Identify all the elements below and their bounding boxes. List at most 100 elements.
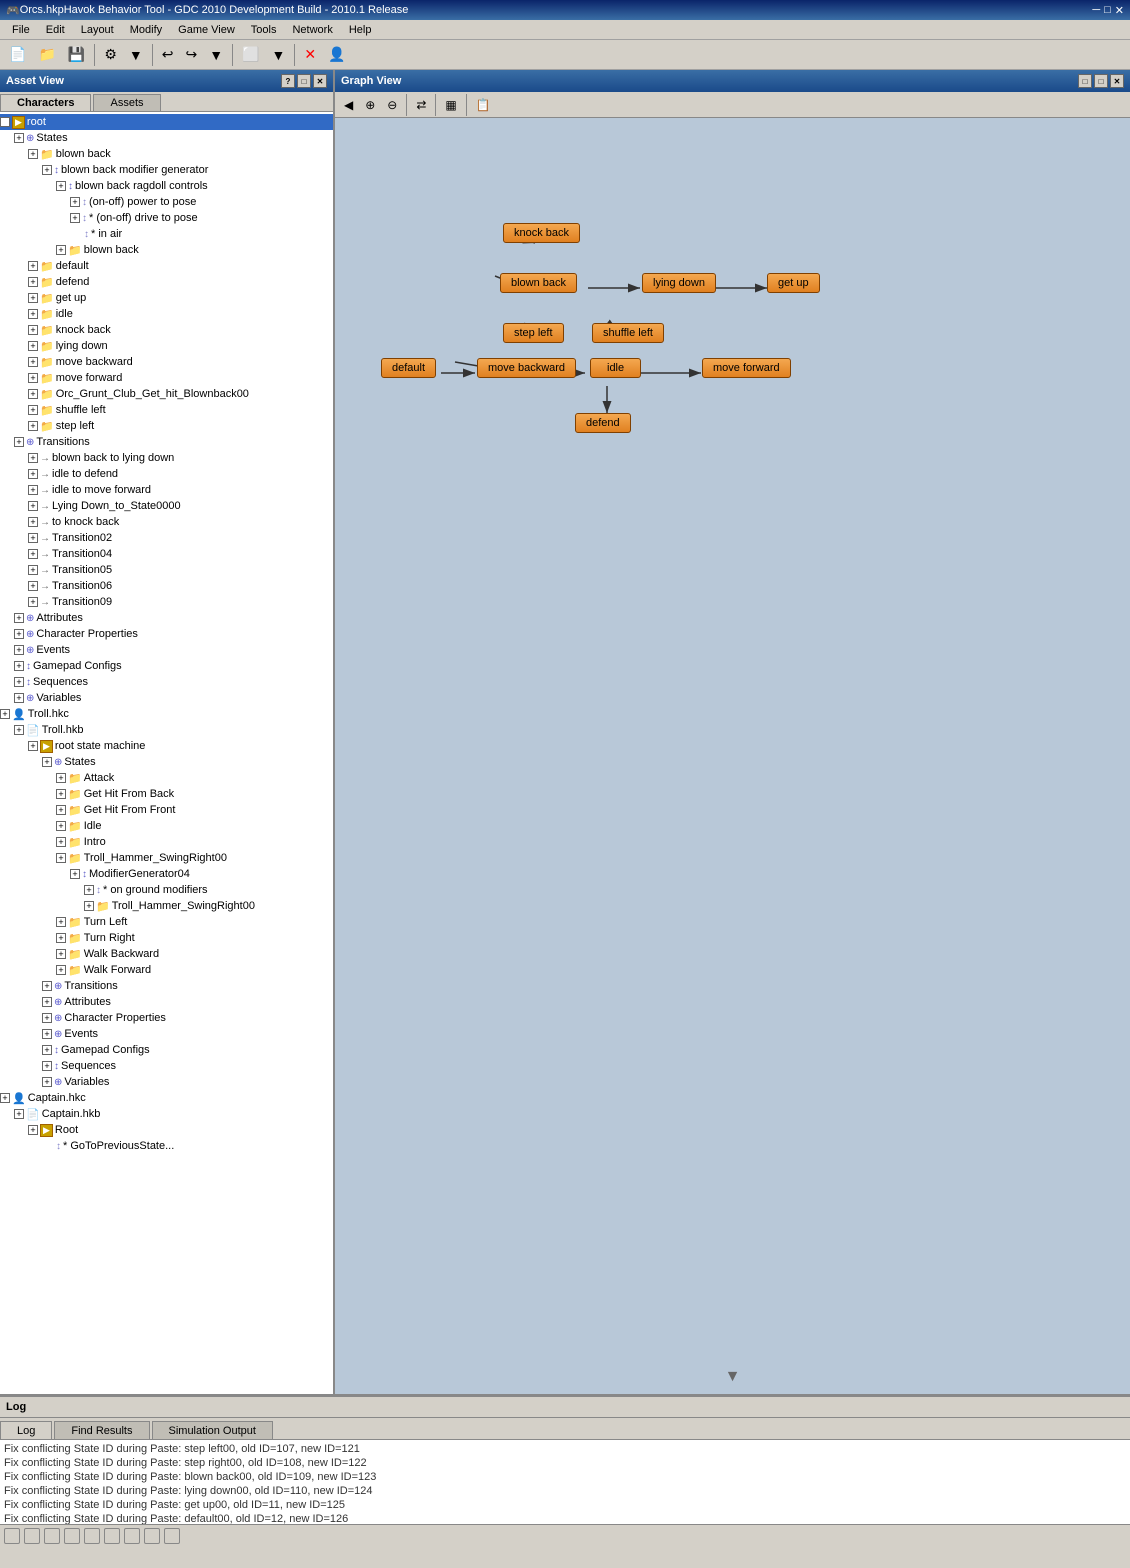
- toolbar-save[interactable]: 💾: [63, 43, 90, 67]
- tree-item-knock-back[interactable]: +📁knock back: [0, 322, 333, 338]
- tree-expand-sequences[interactable]: +: [14, 677, 24, 687]
- tree-expand-trans02[interactable]: +: [28, 533, 38, 543]
- tree-expand-troll-turn-left[interactable]: +: [56, 917, 66, 927]
- tree-expand-orc-grunt[interactable]: +: [28, 389, 38, 399]
- tree-expand-troll-walk-back[interactable]: +: [56, 949, 66, 959]
- tree-item-orc-grunt[interactable]: +📁Orc_Grunt_Club_Get_hit_Blownback00: [0, 386, 333, 402]
- node-step-left[interactable]: step left: [503, 323, 564, 343]
- tree-item-troll-char-props[interactable]: +⊕Character Properties: [0, 1010, 333, 1026]
- tree-expand-troll-attack[interactable]: +: [56, 773, 66, 783]
- tree-expand-on-off-drive[interactable]: +: [70, 213, 80, 223]
- graph-scroll-down[interactable]: ▼: [725, 1368, 741, 1386]
- tree-expand-troll-swing2[interactable]: +: [84, 901, 94, 911]
- tree-item-trans-idle-defend[interactable]: +→idle to defend: [0, 466, 333, 482]
- tree-item-shuffle-left[interactable]: +📁shuffle left: [0, 402, 333, 418]
- tree-expand-char-props[interactable]: +: [14, 629, 24, 639]
- tree-expand-default[interactable]: +: [28, 261, 38, 271]
- tree-item-gamepad-configs[interactable]: +↕Gamepad Configs: [0, 658, 333, 674]
- tree-item-on-off-power[interactable]: +↕(on-off) power to pose: [0, 194, 333, 210]
- tree-expand-captain-hkc[interactable]: +: [0, 1093, 10, 1103]
- tree-item-troll-swing2[interactable]: +📁Troll_Hammer_SwingRight00: [0, 898, 333, 914]
- tree-expand-lying-down[interactable]: +: [28, 341, 38, 351]
- tree-expand-attributes[interactable]: +: [14, 613, 24, 623]
- tree-item-troll-walk-fwd[interactable]: +📁Walk Forward: [0, 962, 333, 978]
- graph-max-btn[interactable]: □: [1094, 74, 1108, 88]
- toolbar-btn2[interactable]: ▼: [124, 43, 148, 67]
- tree-item-troll-get-hit-back[interactable]: +📁Get Hit From Back: [0, 786, 333, 802]
- graph-close-btn[interactable]: ✕: [1110, 74, 1124, 88]
- toolbar-btn3[interactable]: ▼: [204, 43, 228, 67]
- tree-item-states[interactable]: +⊕States: [0, 130, 333, 146]
- tree-item-sequences[interactable]: +↕Sequences: [0, 674, 333, 690]
- node-knock-back[interactable]: knock back: [503, 223, 580, 243]
- tree-expand-events[interactable]: +: [14, 645, 24, 655]
- tree-item-blown-back-mod[interactable]: +↕blown back modifier generator: [0, 162, 333, 178]
- tree-expand-trans-knock[interactable]: +: [28, 517, 38, 527]
- tree-item-trans05[interactable]: +→Transition05: [0, 562, 333, 578]
- tree-item-troll-idle[interactable]: +📁Idle: [0, 818, 333, 834]
- asset-pin-btn[interactable]: □: [297, 74, 311, 88]
- node-move-forward[interactable]: move forward: [702, 358, 791, 378]
- tree-expand-troll-root[interactable]: +: [28, 741, 38, 751]
- menu-layout[interactable]: Layout: [73, 22, 122, 38]
- tree-expand-trans-blown[interactable]: +: [28, 453, 38, 463]
- tree-expand-step-left[interactable]: +: [28, 421, 38, 431]
- tree-expand-troll-char-props[interactable]: +: [42, 1013, 52, 1023]
- tree-expand-move-backward[interactable]: +: [28, 357, 38, 367]
- tree-expand-troll-get-hit-back[interactable]: +: [56, 789, 66, 799]
- menu-help[interactable]: Help: [341, 22, 380, 38]
- tree-item-troll-swing[interactable]: +📁Troll_Hammer_SwingRight00: [0, 850, 333, 866]
- graph-btn2[interactable]: ▦: [440, 95, 461, 115]
- tree-item-trans-knock[interactable]: +→to knock back: [0, 514, 333, 530]
- tree-expand-transitions[interactable]: +: [14, 437, 24, 447]
- tree-expand-troll-events[interactable]: +: [42, 1029, 52, 1039]
- tree-expand-trans05[interactable]: +: [28, 565, 38, 575]
- tab-characters[interactable]: Characters: [0, 94, 91, 111]
- tree-expand-troll-variables[interactable]: +: [42, 1077, 52, 1087]
- menu-edit[interactable]: Edit: [38, 22, 73, 38]
- tree-expand-blown-back2[interactable]: +: [56, 245, 66, 255]
- minimize-btn[interactable]: ─: [1092, 4, 1100, 16]
- graph-btn3[interactable]: 📋: [471, 95, 496, 115]
- node-shuffle-left[interactable]: shuffle left: [592, 323, 664, 343]
- tree-item-captain-hkb[interactable]: +📄Captain.hkb: [0, 1106, 333, 1122]
- tree-item-troll-transitions[interactable]: +⊕Transitions: [0, 978, 333, 994]
- node-move-backward[interactable]: move backward: [477, 358, 576, 378]
- menu-tools[interactable]: Tools: [243, 22, 285, 38]
- asset-help-btn[interactable]: ?: [281, 74, 295, 88]
- tree-item-troll-get-hit-front[interactable]: +📁Get Hit From Front: [0, 802, 333, 818]
- tree-item-events[interactable]: +⊕Events: [0, 642, 333, 658]
- log-tab-find[interactable]: Find Results: [54, 1421, 149, 1439]
- tree-expand-captain-root[interactable]: +: [28, 1125, 38, 1135]
- tree-item-troll-hkb[interactable]: +📄Troll.hkb: [0, 722, 333, 738]
- tree-expand-blown-back-mod[interactable]: +: [42, 165, 52, 175]
- toolbar-undo[interactable]: ↩: [157, 43, 179, 67]
- tree-item-trans06[interactable]: +→Transition06: [0, 578, 333, 594]
- menu-file[interactable]: File: [4, 22, 38, 38]
- tree-expand-troll-intro[interactable]: +: [56, 837, 66, 847]
- tree-expand-trans-lying[interactable]: +: [28, 501, 38, 511]
- tree-expand-troll-mod-gen[interactable]: +: [70, 869, 80, 879]
- tree-item-get-up[interactable]: +📁get up: [0, 290, 333, 306]
- toolbar-btn5[interactable]: ▼: [267, 43, 291, 67]
- node-lying-down[interactable]: lying down: [642, 273, 716, 293]
- tree-expand-get-up[interactable]: +: [28, 293, 38, 303]
- tree-expand-troll-attributes[interactable]: +: [42, 997, 52, 1007]
- tree-expand-variables[interactable]: +: [14, 693, 24, 703]
- tree-expand-trans-idle-move[interactable]: +: [28, 485, 38, 495]
- graph-zoom-out[interactable]: ⊖: [382, 95, 402, 115]
- graph-canvas[interactable]: knock back blown back lying down get up …: [335, 118, 1130, 1394]
- tree-item-troll-variables[interactable]: +⊕Variables: [0, 1074, 333, 1090]
- tree-expand-troll-sequences[interactable]: +: [42, 1061, 52, 1071]
- tree-item-trans-idle-move[interactable]: +→idle to move forward: [0, 482, 333, 498]
- asset-close-btn[interactable]: ✕: [313, 74, 327, 88]
- menu-modify[interactable]: Modify: [122, 22, 170, 38]
- tree-expand-troll-walk-fwd[interactable]: +: [56, 965, 66, 975]
- tree-expand-troll-states[interactable]: +: [42, 757, 52, 767]
- tree-item-troll-walk-back[interactable]: +📁Walk Backward: [0, 946, 333, 962]
- tree-item-root[interactable]: -▶root: [0, 114, 333, 130]
- maximize-btn[interactable]: □: [1104, 4, 1111, 16]
- log-tab-sim[interactable]: Simulation Output: [152, 1421, 273, 1439]
- tree-expand-blown-back-ragdoll[interactable]: +: [56, 181, 66, 191]
- tree-expand-troll-swing[interactable]: +: [56, 853, 66, 863]
